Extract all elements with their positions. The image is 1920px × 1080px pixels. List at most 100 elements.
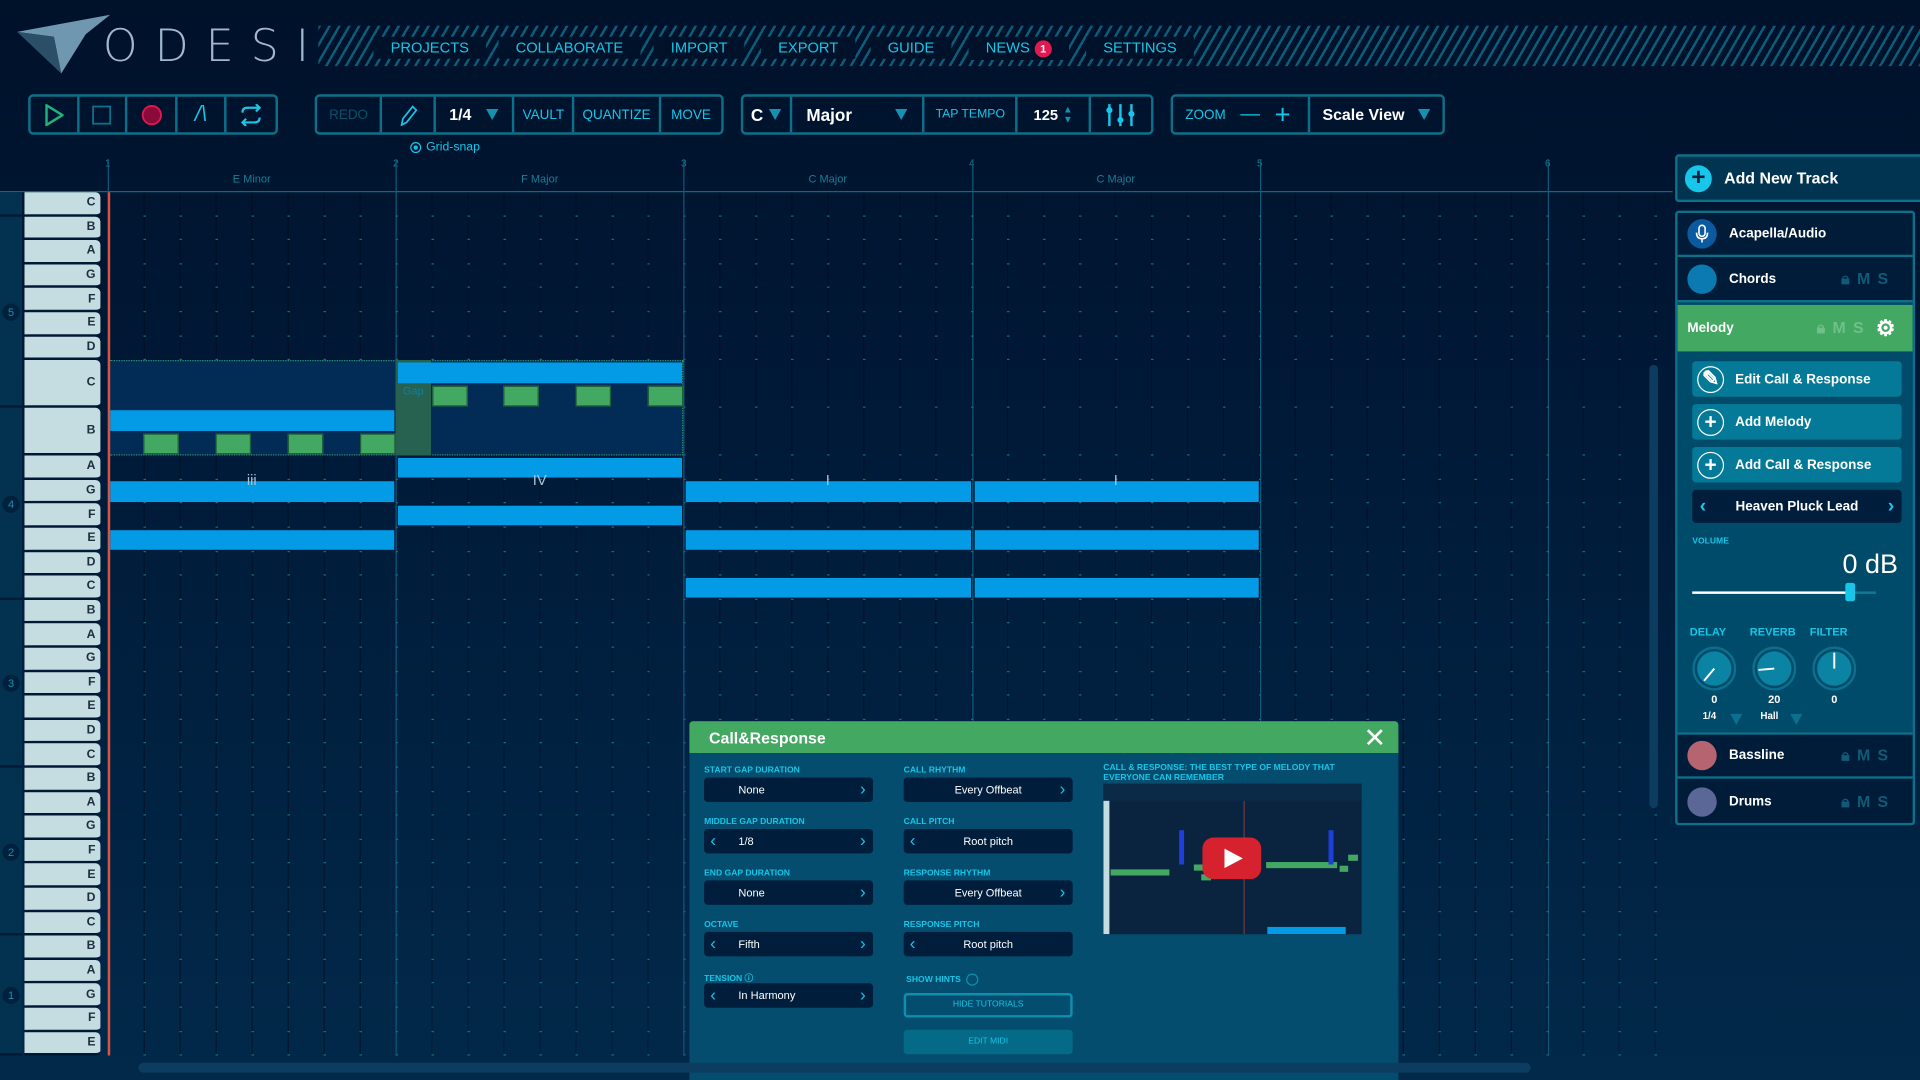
- piano-key[interactable]: G: [24, 815, 101, 840]
- chevron-right-icon[interactable]: ›: [860, 779, 866, 799]
- piano-key[interactable]: E: [24, 1031, 101, 1056]
- track-chords[interactable]: Chords 🔒︎MS: [1677, 257, 1913, 303]
- chord-note[interactable]: [974, 577, 1259, 598]
- vertical-scrollbar[interactable]: [1649, 364, 1658, 809]
- chevron-left-icon[interactable]: ‹: [710, 933, 716, 953]
- melody-note[interactable]: [287, 433, 324, 455]
- stop-button[interactable]: [79, 96, 128, 133]
- play-button[interactable]: [31, 96, 80, 133]
- move-button[interactable]: MOVE: [661, 97, 721, 133]
- piano-key[interactable]: B: [24, 935, 101, 960]
- lock-mute-solo[interactable]: 🔒︎MS: [1841, 746, 1895, 766]
- piano-key[interactable]: A: [24, 623, 101, 648]
- field-selector[interactable]: Fifth ‹ ›: [704, 931, 874, 957]
- grid-value-dropdown[interactable]: 1/4: [436, 96, 515, 133]
- field-selector[interactable]: 1/8 ‹ ›: [704, 828, 874, 854]
- mute-solo-buttons[interactable]: MS: [1832, 318, 1871, 336]
- tap-tempo-button[interactable]: TAP TEMPO: [925, 96, 1019, 133]
- add-call-response-button[interactable]: + Add Call & Response: [1692, 446, 1902, 483]
- loop-button[interactable]: [227, 97, 275, 133]
- piano-key[interactable]: G: [24, 647, 101, 672]
- chevron-down-icon[interactable]: [1730, 713, 1743, 725]
- add-new-track-button[interactable]: + Add New Track: [1675, 154, 1920, 203]
- nav-collaborate[interactable]: COLLABORATE: [498, 36, 641, 59]
- youtube-play-icon[interactable]: [1202, 837, 1262, 880]
- grid-snap-toggle[interactable]: Grid-snap: [410, 141, 480, 154]
- piano-key[interactable]: F: [24, 839, 101, 864]
- hide-tutorials-button[interactable]: HIDE TUTORIALS: [903, 993, 1073, 1018]
- chevron-left-icon[interactable]: ‹: [910, 933, 916, 953]
- nav-news[interactable]: NEWS 1: [968, 36, 1069, 61]
- chevron-left-icon[interactable]: ‹: [710, 830, 716, 850]
- chevron-right-icon[interactable]: ›: [860, 933, 866, 953]
- lock-icon[interactable]: 🔒︎: [1817, 318, 1833, 336]
- piano-key[interactable]: A: [24, 240, 101, 265]
- piano-key[interactable]: E: [24, 527, 101, 552]
- pencil-button[interactable]: [382, 96, 436, 133]
- field-selector[interactable]: Root pitch ‹: [903, 931, 1073, 957]
- lock-icon[interactable]: 🔒︎: [1841, 269, 1857, 287]
- piano-key[interactable]: C: [24, 192, 101, 217]
- close-icon[interactable]: ✕: [1364, 722, 1387, 754]
- add-melody-button[interactable]: + Add Melody: [1692, 404, 1902, 440]
- filter-knob[interactable]: [1812, 646, 1857, 691]
- piano-key[interactable]: E: [24, 695, 101, 720]
- playhead[interactable]: [107, 192, 111, 1056]
- piano-key[interactable]: F: [24, 503, 101, 528]
- chord-note[interactable]: [110, 409, 395, 432]
- gear-icon[interactable]: ⚙: [1876, 315, 1896, 341]
- key-dropdown[interactable]: C: [743, 96, 792, 133]
- lock-mute-solo[interactable]: 🔒︎MS: [1817, 318, 1871, 338]
- edit-midi-button[interactable]: EDIT MIDI: [903, 1029, 1073, 1055]
- reverb-knob[interactable]: [1752, 646, 1797, 691]
- piano-key[interactable]: A: [24, 959, 101, 984]
- chevron-left-icon[interactable]: ‹: [710, 984, 716, 1004]
- nav-settings[interactable]: SETTINGS: [1086, 36, 1194, 59]
- piano-key[interactable]: G: [24, 479, 101, 504]
- mixer-button[interactable]: [1091, 97, 1151, 133]
- field-selector[interactable]: None ›: [704, 777, 874, 803]
- piano-key[interactable]: D: [24, 719, 101, 744]
- nav-guide[interactable]: GUIDE: [870, 36, 952, 59]
- chevron-right-icon[interactable]: ›: [1060, 882, 1066, 902]
- redo-button[interactable]: REDO: [317, 96, 383, 133]
- tutorial-video[interactable]: [1103, 783, 1362, 935]
- track-acapella[interactable]: Acapella/Audio: [1677, 213, 1913, 258]
- piano-key[interactable]: G: [24, 264, 101, 289]
- view-dropdown[interactable]: Scale View: [1310, 97, 1442, 133]
- lock-icon[interactable]: 🔒︎: [1841, 746, 1857, 764]
- volume-slider-thumb[interactable]: [1845, 582, 1856, 602]
- melody-note[interactable]: [431, 385, 468, 407]
- chord-note[interactable]: [398, 362, 683, 384]
- track-bassline[interactable]: Bassline 🔒︎MS: [1677, 732, 1913, 779]
- piano-key[interactable]: A: [24, 791, 101, 816]
- chevron-left-icon[interactable]: ‹: [1700, 495, 1707, 517]
- piano-key[interactable]: G: [24, 983, 101, 1008]
- piano-key[interactable]: B: [24, 407, 101, 456]
- mute-solo-buttons[interactable]: MS: [1857, 792, 1896, 810]
- volume-slider[interactable]: [1692, 582, 1876, 602]
- knob-sub-value[interactable]: Hall: [1745, 710, 1794, 721]
- piano-key[interactable]: C: [24, 743, 101, 768]
- delay-knob[interactable]: [1692, 646, 1737, 691]
- melody-note[interactable]: [575, 385, 612, 407]
- field-selector[interactable]: In Harmony ‹ ›: [704, 983, 874, 1008]
- lock-mute-solo[interactable]: 🔒︎MS: [1841, 792, 1895, 812]
- field-selector[interactable]: Every Offbeat ›: [903, 880, 1073, 905]
- piano-key[interactable]: A: [24, 455, 101, 480]
- chevron-right-icon[interactable]: ›: [860, 882, 866, 902]
- mute-solo-buttons[interactable]: MS: [1857, 269, 1896, 287]
- piano-key[interactable]: F: [24, 671, 101, 696]
- piano-key[interactable]: C: [24, 911, 101, 936]
- piano-key[interactable]: B: [24, 599, 101, 624]
- nav-import[interactable]: IMPORT: [653, 36, 745, 59]
- chord-note[interactable]: [686, 577, 971, 598]
- chevron-right-icon[interactable]: ›: [860, 984, 866, 1004]
- piano-key[interactable]: D: [24, 336, 101, 361]
- piano-key[interactable]: F: [24, 1007, 101, 1032]
- chevron-right-icon[interactable]: ›: [860, 830, 866, 850]
- piano-key[interactable]: D: [24, 887, 101, 912]
- chord-note[interactable]: [686, 529, 971, 550]
- chevron-left-icon[interactable]: ‹: [910, 830, 916, 850]
- nav-projects[interactable]: PROJECTS: [373, 36, 487, 59]
